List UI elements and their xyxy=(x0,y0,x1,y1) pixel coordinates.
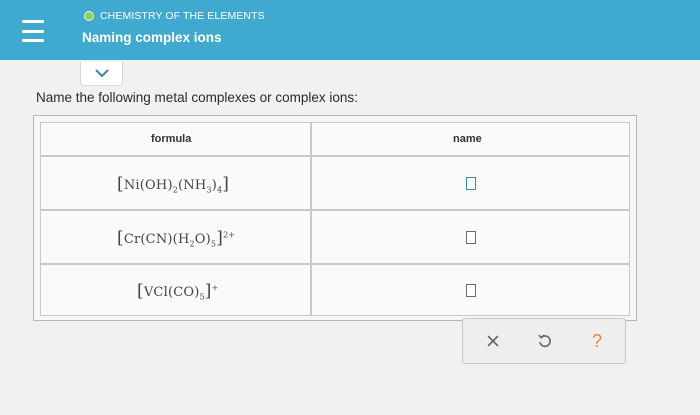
collapse-toggle[interactable] xyxy=(80,62,123,86)
name-input-3[interactable] xyxy=(466,284,476,297)
name-cell-2 xyxy=(311,210,630,264)
formula-2: [Cr(CN)(H2O)5]2+ xyxy=(117,228,236,249)
undo-icon xyxy=(538,334,551,348)
menu-icon[interactable] xyxy=(22,20,44,42)
topic-row: CHEMISTRY OF THE ELEMENTS xyxy=(84,10,265,22)
chevron-down-icon xyxy=(95,69,108,77)
name-column-header: name xyxy=(453,133,482,145)
x-icon xyxy=(487,335,499,347)
name-input-1[interactable] xyxy=(466,177,476,190)
help-button[interactable]: ? xyxy=(583,327,611,355)
formula-cell-3: [VCl(CO)5]+ xyxy=(40,264,311,316)
undo-button[interactable] xyxy=(531,327,559,355)
topic-label: CHEMISTRY OF THE ELEMENTS xyxy=(100,10,265,22)
answer-action-bar: ? xyxy=(462,318,626,364)
question-prompt: Name the following metal complexes or co… xyxy=(36,90,358,105)
question-mark-icon: ? xyxy=(591,330,602,351)
formula-1: [Ni(OH)2(NH3)4] xyxy=(117,174,230,195)
formula-cell-2: [Cr(CN)(H2O)5]2+ xyxy=(40,210,311,264)
header-bar: CHEMISTRY OF THE ELEMENTS Naming complex… xyxy=(0,0,700,60)
formula-column-header: formula xyxy=(151,133,192,145)
page-title: Naming complex ions xyxy=(82,30,222,45)
topic-status-dot xyxy=(84,11,94,21)
name-cell-1 xyxy=(311,156,630,210)
formula-header-cell: formula xyxy=(40,122,311,156)
formula-cell-1: [Ni(OH)2(NH3)4] xyxy=(40,156,311,210)
name-input-2[interactable] xyxy=(466,231,476,244)
complex-table: formula name [Ni(OH)2(NH3)4] [Cr(CN)(H2O… xyxy=(33,115,637,321)
name-header-cell: name xyxy=(311,122,630,156)
clear-button[interactable] xyxy=(479,327,507,355)
formula-3: [VCl(CO)5]+ xyxy=(137,281,219,302)
name-cell-3 xyxy=(311,264,630,316)
